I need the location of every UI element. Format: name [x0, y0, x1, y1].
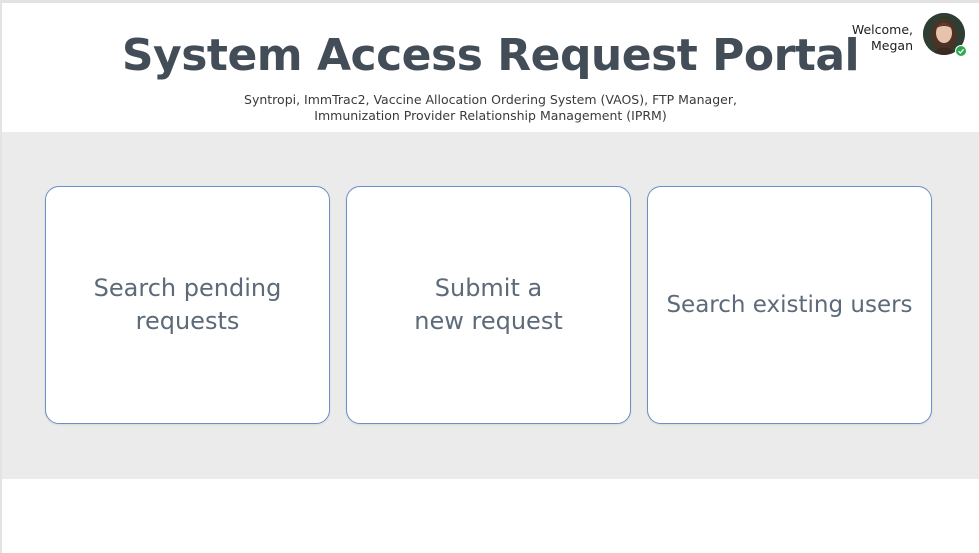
online-status-icon — [955, 45, 967, 57]
card-label: Search pending requests — [93, 274, 282, 335]
subtitle-line-1: Syntropi, ImmTrac2, Vaccine Allocation O… — [244, 92, 737, 107]
page-title: System Access Request Portal — [121, 30, 860, 81]
card-label: Submit a new request — [414, 274, 563, 335]
welcome-message: Welcome, Megan — [852, 22, 913, 54]
search-existing-users-button[interactable]: Search existing users — [647, 186, 932, 424]
search-pending-requests-button[interactable]: Search pending requests — [45, 186, 330, 424]
submit-new-request-button[interactable]: Submit a new request — [346, 186, 631, 424]
subtitle-line-2: Immunization Provider Relationship Manag… — [314, 108, 667, 123]
page-subtitle: Syntropi, ImmTrac2, Vaccine Allocation O… — [2, 92, 979, 124]
actions-panel: Search pending requests Submit a new req… — [2, 132, 979, 479]
card-label: Search existing users — [666, 291, 913, 318]
page-header: System Access Request Portal Syntropi, I… — [2, 3, 979, 132]
user-name: Megan — [871, 38, 913, 53]
welcome-label: Welcome, — [851, 22, 913, 37]
portal-page: System Access Request Portal Syntropi, I… — [2, 3, 979, 553]
